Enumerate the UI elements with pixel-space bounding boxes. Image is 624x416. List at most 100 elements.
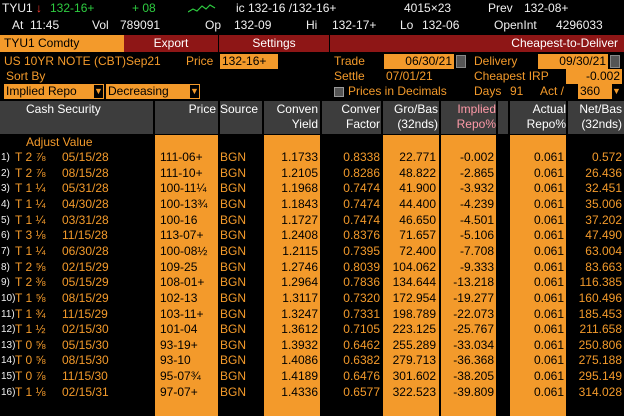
ticker[interactable]: TYU1 [2, 1, 33, 15]
table-row[interactable]: 4) T 1 ¼ 04/30/28 100-13¾ BGN 1.1843 0.7474 44.… [0, 197, 624, 213]
factor-cell: 0.8286 [343, 165, 380, 180]
implied-repo-cell: -7.708 [459, 243, 494, 258]
factor-cell: 0.8039 [343, 259, 380, 274]
adjust-value-label[interactable]: Adjust Value [26, 135, 93, 149]
row-number: 14) [1, 355, 16, 367]
factor-cell: 0.7474 [343, 212, 380, 227]
net-basis-cell: 32.451 [585, 181, 622, 196]
source-cell: BGN [220, 259, 247, 274]
price-cell: 100-13¾ [160, 196, 208, 211]
source-cell: BGN [220, 337, 247, 352]
prices-decimals-checkbox[interactable] [334, 87, 344, 97]
table-row[interactable]: 3) T 1 ¼ 05/31/28 100-11¼ BGN 1.1968 0.7474 41.… [0, 181, 624, 197]
col-header-conv-factor-2: Factor [345, 117, 380, 131]
day-count-select[interactable]: 360 [578, 84, 612, 99]
implied-repo-cell: -36.368 [453, 353, 494, 368]
col-header-price[interactable]: Price [154, 102, 216, 117]
settle-date: 07/01/21 [386, 69, 433, 83]
price-cell: 100-11¼ [160, 181, 207, 196]
table-row[interactable]: 14) T 0 ⅝ 08/15/30 93-10 BGN 1.4086 0.6382 279.… [0, 353, 624, 369]
chevron-down-icon[interactable]: ▼ [190, 85, 199, 98]
net-basis-cell: 26.436 [585, 165, 622, 180]
table-row[interactable]: 5) T 1 ¼ 03/31/28 100-16 BGN 1.1727 0.7474 46.6… [0, 213, 624, 229]
security-field[interactable]: TYU1 Comdty [0, 35, 124, 52]
table-row[interactable]: 2) T 2 ⅞ 08/15/28 111-10+ BGN 1.2105 0.8286 48.… [0, 166, 624, 182]
export-button[interactable]: Export [124, 35, 218, 52]
coupon: T 1 ¼ [15, 181, 46, 196]
table-row[interactable]: 9) T 2 ⅜ 05/15/29 108-01+ BGN 1.2964 0.7836 134… [0, 275, 624, 291]
price-cell: 100-08½ [160, 243, 208, 258]
yield-cell: 1.3612 [281, 322, 318, 337]
trade-calendar-icon[interactable] [456, 55, 466, 68]
settle-label: Settle [334, 69, 365, 83]
col-header-actual-repo[interactable]: Actual [510, 102, 566, 117]
settings-button[interactable]: Settings [219, 35, 329, 52]
sparkline-icon [188, 4, 216, 13]
col-header-net-basis[interactable]: Net/Bas [566, 102, 622, 117]
table-row[interactable]: 12) T 1 ½ 02/15/30 101-04 BGN 1.3612 0.7105 223… [0, 322, 624, 338]
table-row[interactable]: 10) T 1 ⅝ 08/15/29 102-13 BGN 1.3117 0.7320 172… [0, 291, 624, 307]
actual-repo-cell: 0.061 [533, 212, 564, 227]
net-basis-cell: 116.385 [579, 275, 623, 290]
sort-field-select[interactable]: Implied Repo [4, 84, 104, 99]
source-cell: BGN [220, 275, 247, 290]
col-header-gross-basis[interactable]: Gro/Bas [382, 102, 438, 117]
gross-basis-cell: 44.400 [399, 196, 436, 211]
net-basis-cell: 250.806 [578, 337, 622, 352]
prev-value: 132-08+ [524, 1, 569, 15]
net-basis-cell: 47.490 [585, 228, 622, 243]
gross-basis-cell: 41.900 [399, 181, 436, 196]
col-header-conv-yield[interactable]: Conven [264, 102, 318, 117]
quote-line-2: At 11:45 Vol 789091 Op 132-09 Hi 132-17+… [0, 17, 624, 34]
col-header-implied-repo-2: Repo% [456, 117, 496, 131]
table-row[interactable]: 1) T 2 ⅞ 05/15/28 111-06+ BGN 1.1733 0.8338 22.… [0, 150, 624, 166]
chevron-down-icon[interactable]: ▼ [94, 85, 103, 98]
col-header-security[interactable]: Cash Security [26, 102, 101, 117]
table-row[interactable]: 16) T 1 ⅛ 02/15/31 97-07+ BGN 1.4336 0.6577 322… [0, 385, 624, 401]
implied-repo-cell: -38.205 [453, 369, 494, 384]
factor-cell: 0.7395 [343, 243, 380, 258]
yield-cell: 1.1843 [281, 196, 318, 211]
implied-repo-cell: -25.767 [453, 322, 494, 337]
maturity: 08/15/30 [62, 353, 109, 368]
vol-label: Vol [92, 18, 109, 32]
price-cell: 111-10+ [160, 165, 203, 180]
implied-repo-cell: -13.218 [453, 275, 494, 290]
table-row[interactable]: 7) T 1 ¼ 06/30/28 100-08½ BGN 1.2115 0.7395 72.… [0, 244, 624, 260]
table-row[interactable]: 6) T 3 ⅛ 11/15/28 113-07+ BGN 1.2408 0.8376 71.… [0, 228, 624, 244]
at-label: At [12, 18, 24, 32]
col-header-source[interactable]: Source [220, 102, 258, 117]
source-cell: BGN [220, 228, 247, 243]
gross-basis-cell: 322.523 [392, 384, 436, 399]
sort-order-value: Decreasing [108, 84, 169, 98]
price-input[interactable]: 132-16+ [220, 54, 278, 69]
coupon: T 1 ¼ [15, 243, 46, 258]
net-basis-cell: 295.149 [578, 369, 622, 384]
col-header-conv-factor[interactable]: Conver [322, 102, 380, 117]
down-arrow-icon: ↓ [36, 1, 42, 15]
net-basis-cell: 83.663 [585, 259, 622, 274]
gross-basis-cell: 172.954 [392, 290, 436, 305]
coupon: T 0 ⅝ [15, 353, 46, 368]
maturity: 11/15/28 [62, 228, 108, 243]
col-header-implied-repo[interactable]: Implied [440, 102, 496, 117]
chevron-down-icon[interactable]: ▼ [612, 85, 621, 98]
sort-order-select[interactable]: Decreasing [106, 84, 200, 99]
table-row[interactable]: 8) T 2 ⅝ 02/15/29 109-25 BGN 1.2746 0.8039 104.… [0, 260, 624, 276]
trade-date-input[interactable]: 06/30/21 [384, 54, 454, 69]
row-number: 1) [1, 152, 10, 163]
table-row[interactable]: 11) T 1 ¾ 11/15/29 103-11+ BGN 1.3247 0.7331 19… [0, 307, 624, 323]
row-number: 8) [1, 261, 10, 273]
coupon: T 2 ⅞ [15, 165, 46, 180]
function-header: TYU1 Comdty Export Settings Cheapest-to-… [0, 35, 624, 52]
price-cell: 102-13 [160, 290, 198, 305]
delivery-date-input[interactable]: 09/30/21 [538, 54, 608, 69]
table-row[interactable]: 15) T 0 ⅞ 11/15/30 95-07¾ BGN 1.4189 0.6476 301… [0, 369, 624, 385]
coupon: T 2 ⅝ [15, 259, 46, 274]
delivery-calendar-icon[interactable] [610, 55, 620, 68]
table-row[interactable]: 13) T 0 ⅝ 05/15/30 93-19+ BGN 1.3932 0.6462 255… [0, 338, 624, 354]
contract-description: US 10YR NOTE (CBT)Sep21 [4, 54, 161, 68]
maturity: 05/15/29 [62, 275, 109, 290]
implied-repo-cell: -22.073 [453, 306, 494, 321]
actual-repo-cell: 0.061 [533, 306, 564, 321]
